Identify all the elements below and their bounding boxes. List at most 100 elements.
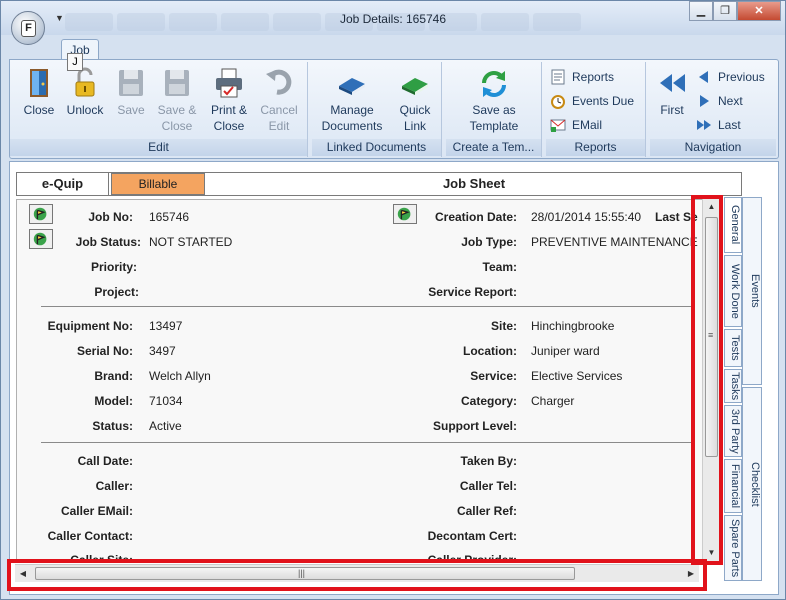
caller-site-label: Caller Site: [70,553,133,561]
scroll-left-icon[interactable]: ◀ [15,565,31,583]
status-value: Active [149,419,182,433]
billable-badge: Billable [111,173,205,195]
separator [41,442,691,443]
category-value: Charger [531,394,575,408]
priority-label: Priority: [90,260,137,274]
printer-icon [216,68,242,98]
brand-value: Welch Allyn [149,369,211,383]
right-arrow-icon [700,95,709,107]
previous-button[interactable]: Previous [696,66,765,88]
caller-email-label: Caller EMail: [60,504,133,518]
tab-general[interactable]: General [724,197,742,253]
tab-tests[interactable]: Tests [724,329,742,367]
edit-group: Close Unlock Save Save & Close Print & C… [10,62,308,157]
call-date-label: Call Date: [77,454,133,468]
decontam-cert-label: Decontam Cert: [427,529,517,543]
vertical-scroll-thumb[interactable]: ≡ [705,217,718,457]
tab-financial[interactable]: Financial [724,459,742,513]
tab-work-done[interactable]: Work Done [724,255,742,327]
close-window-button[interactable]: ✕ [737,1,781,21]
model-label: Model: [94,394,133,408]
green-book-icon [402,78,428,95]
job-sheet-header: e-Quip Billable Job Sheet [16,172,742,196]
next-button[interactable]: Next [696,90,743,112]
save-as-template-label-1: Save as [472,103,516,117]
side-tabs: General Work Done Tests Tasks 3rd Party … [720,197,764,583]
save-close-button[interactable]: Save & Close [152,66,202,134]
save-as-template-button[interactable]: Save as Template [462,66,526,134]
job-type-value: PREVENTIVE MAINTENANCE [531,235,698,249]
manage-documents-button[interactable]: Manage Documents [320,66,384,134]
job-status-value: NOT STARTED [149,235,233,249]
reports-group: Reports Events Due EMail Reports [546,62,646,157]
grip-icon: ≡ [708,330,714,340]
events-due-button[interactable]: Events Due [550,90,634,112]
tab-3rd-party[interactable]: 3rd Party [724,405,742,457]
reports-button[interactable]: Reports [550,66,614,88]
grip-icon: ||| [298,568,306,578]
tab-events[interactable]: Events [742,197,762,385]
padlock-icon [75,67,95,97]
alarm-clock-icon [551,95,565,109]
print-close-label-1: Print & [210,103,247,117]
edit-group-label: Edit [10,139,307,156]
tab-spare-parts[interactable]: Spare Parts [724,515,742,581]
job-details-window: ▼ Job Details: 165746 ▁ ❐ ✕ F Job J Clos… [0,0,786,600]
save-label: Save [117,103,145,117]
creation-date-label: Creation Date: [434,210,517,224]
tab-checklist[interactable]: Checklist [742,387,762,581]
floppy-close-icon [165,70,189,96]
app-icon-letter: F [21,20,36,37]
horizontal-scroll-thumb[interactable]: ||| [35,567,575,580]
ribbon-tab-row: Job [1,35,785,63]
navigation-group: First Previous Next Last Navigation [650,62,776,157]
navigation-group-label: Navigation [650,139,776,156]
caller-provider-label: Caller Provider: [427,553,517,561]
first-label: First [660,103,684,117]
horizontal-scrollbar[interactable]: ◀ ||| ▶ [15,564,699,582]
double-right-arrow-icon [697,120,711,130]
scroll-up-icon[interactable]: ▲ [703,199,720,215]
job-sheet-title: Job Sheet [442,176,506,191]
site-value: Hinchingbrooke [531,319,615,333]
separator [41,306,691,307]
serial-no-value: 3497 [149,344,176,358]
cancel-edit-button[interactable]: Cancel Edit [254,66,304,134]
print-close-button[interactable]: Print & Close [204,66,254,134]
unlock-label: Unlock [66,103,104,117]
ribbon: Close Unlock Save Save & Close Print & C… [9,59,779,159]
job-type-label: Job Type: [461,235,517,249]
application-button[interactable]: F [11,11,45,45]
minimize-button[interactable]: ▁ [689,1,713,21]
reports-group-label: Reports [546,139,645,156]
unlock-button[interactable]: Unlock [60,66,110,118]
serial-no-label: Serial No: [76,344,133,358]
close-button[interactable]: Close [14,66,64,118]
service-report-label: Service Report: [428,285,517,299]
manage-documents-label-1: Manage [330,103,374,117]
last-button[interactable]: Last [696,114,741,136]
first-button[interactable]: First [652,66,692,118]
vertical-scrollbar[interactable]: ▲ ≡ ▼ [702,199,720,561]
job-no-label: Job No: [88,210,133,224]
save-button[interactable]: Save [106,66,156,118]
scroll-right-icon[interactable]: ▶ [683,565,699,583]
template-group: Save as Template Create a Tem... [446,62,542,157]
tab-tasks[interactable]: Tasks [724,369,742,403]
double-left-arrow-icon [660,74,685,92]
undo-icon [266,69,292,95]
refresh-arrows-icon [482,71,506,97]
email-button[interactable]: EMail [550,114,602,136]
project-label: Project: [94,285,139,299]
service-label: Service: [470,369,517,383]
location-label: Location: [463,344,517,358]
manage-documents-label-2: Documents [321,119,383,133]
restore-button[interactable]: ❐ [713,1,737,21]
title-bar: ▼ Job Details: 165746 ▁ ❐ ✕ [1,1,785,35]
email-icon [550,119,566,132]
events-due-label: Events Due [572,94,635,108]
scroll-down-icon[interactable]: ▼ [703,545,720,561]
team-label: Team: [482,260,517,274]
model-value: 71034 [149,394,183,408]
quick-link-button[interactable]: Quick Link [390,66,440,134]
